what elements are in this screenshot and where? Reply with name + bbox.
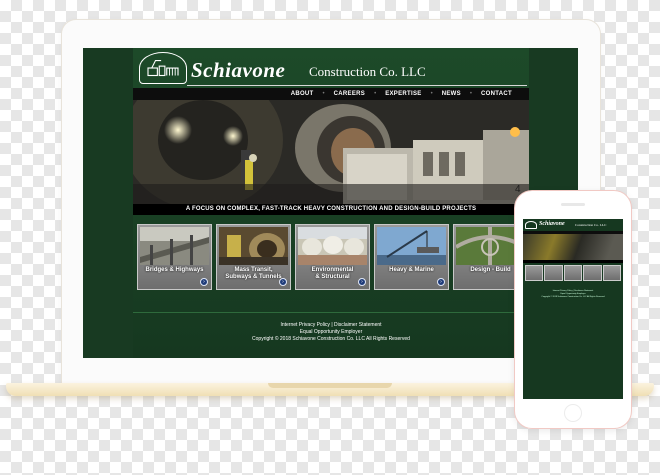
site-subtitle: Construction Co. LLC xyxy=(309,64,426,79)
company-logo-icon[interactable] xyxy=(139,52,187,84)
nav-contact[interactable]: CONTACT xyxy=(472,91,521,97)
hero-tagline: A FOCUS ON COMPLEX, FAST-TRACK HEAVY CON… xyxy=(133,204,529,215)
bridge-photo-icon xyxy=(140,227,209,265)
tile-environmental-structural[interactable]: Environmental & Structural › xyxy=(295,224,370,290)
arrow-icon[interactable]: › xyxy=(437,278,445,286)
nav-about[interactable]: ABOUT xyxy=(282,91,323,97)
laptop-screen: Schiavone Construction Co. LLC ABOUT • C… xyxy=(83,48,578,358)
tile-label: Bridges & Highways xyxy=(145,267,204,273)
website-preview: Schiavone Construction Co. LLC ABOUT • C… xyxy=(133,48,529,358)
mobile-tile[interactable] xyxy=(602,265,621,281)
mobile-tile[interactable] xyxy=(544,265,563,281)
mobile-footer-copyright: Copyright © 2018 Schiavone Construction … xyxy=(541,296,605,298)
arrow-icon[interactable]: › xyxy=(200,278,208,286)
phone-screen: Schiavone Construction Co. LLC Internet … xyxy=(523,219,623,399)
footer-links[interactable]: Internet Privacy Policy | Disclaimer Sta… xyxy=(133,322,529,329)
site-header: Schiavone Construction Co. LLC xyxy=(133,48,529,88)
nav-news[interactable]: NEWS xyxy=(433,91,470,97)
nav-careers[interactable]: CAREERS xyxy=(325,91,374,97)
tile-label: Heavy & Marine xyxy=(389,267,434,273)
mobile-tile[interactable] xyxy=(563,265,583,281)
phone-speaker xyxy=(561,203,585,206)
mobile-tagline-bar xyxy=(523,260,623,263)
arrow-icon[interactable]: › xyxy=(279,278,287,286)
site-footer: Internet Privacy Policy | Disclaimer Sta… xyxy=(133,322,529,343)
phone-home-button xyxy=(564,404,582,422)
mobile-site-header: Schiavone Construction Co. LLC xyxy=(523,219,623,231)
tile-mass-transit[interactable]: Mass Transit, Subways & Tunnels › xyxy=(216,224,291,290)
mobile-tile[interactable] xyxy=(583,265,602,281)
site-nav: ABOUT • CAREERS • EXPERTISE • NEWS • CON… xyxy=(133,88,529,100)
treatment-plant-photo-icon xyxy=(298,227,367,265)
mobile-site-subtitle: Construction Co. LLC xyxy=(575,223,607,227)
hero-tunnel-image: 4 xyxy=(133,100,529,204)
tunnel-photo-icon xyxy=(219,227,288,265)
tile-bridges-highways[interactable]: Bridges & Highways › xyxy=(137,224,212,290)
mobile-site-title: Schiavone xyxy=(539,221,565,227)
mobile-service-tiles xyxy=(525,265,621,281)
crane-photo-icon xyxy=(377,227,446,265)
company-logo-icon[interactable] xyxy=(525,221,537,229)
header-divider xyxy=(187,85,527,86)
nav-expertise[interactable]: EXPERTISE xyxy=(376,91,430,97)
tile-heavy-marine[interactable]: Heavy & Marine › xyxy=(374,224,449,290)
footer-divider xyxy=(133,312,529,313)
mobile-hero-image xyxy=(523,234,623,260)
mobile-site-footer: Internet Privacy Policy | Disclaimer Sta… xyxy=(523,290,623,299)
footer-eoe: Equal Opportunity Employer xyxy=(299,329,363,335)
footer-copyright: Copyright © 2018 Schiavone Construction … xyxy=(252,336,410,342)
mobile-tile[interactable] xyxy=(525,265,544,281)
service-tiles: Bridges & Highways › Mass Transit, Subwa… xyxy=(137,224,529,290)
arrow-icon[interactable]: › xyxy=(358,278,366,286)
laptop-notch xyxy=(268,383,392,388)
site-title: Schiavone xyxy=(191,58,286,82)
